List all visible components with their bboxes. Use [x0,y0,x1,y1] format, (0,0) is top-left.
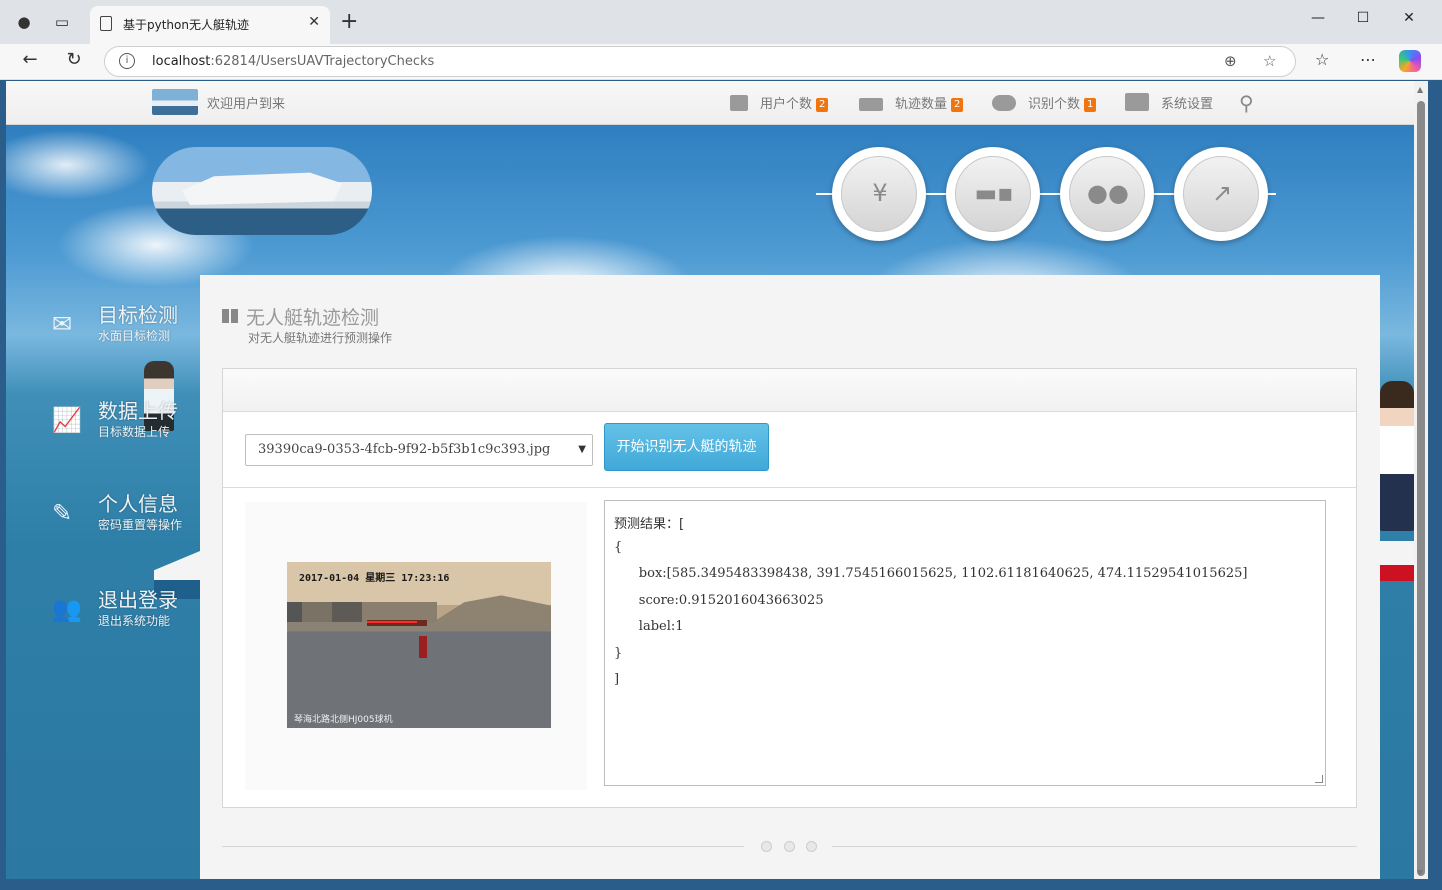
boat-shape [182,172,342,205]
page-scrollbar[interactable]: ▲ ▼ [1414,81,1428,879]
envelope-icon: ✉ [52,310,73,338]
controls-row: 39390ca9-0353-4fcb-9f92-b5f3b1c9c393.jpg… [223,412,1356,488]
coins-icon: ¥ [872,179,888,207]
url-input[interactable]: i localhost:62814/UsersUAVTrajectoryChec… [104,46,1296,77]
back-icon[interactable]: ← [18,49,42,70]
favorite-star-icon[interactable]: ☆ [1263,52,1276,70]
zoom-icon[interactable]: ⊕ [1224,52,1237,70]
chevron-down-icon: ▼ [578,444,586,455]
nav-user-count[interactable]: 用户个数 2 [730,93,829,112]
search-icon[interactable]: ⚲ [1239,91,1254,115]
browser-tab[interactable]: 基于python无人艇轨迹 ✕ [90,6,330,44]
nav-system-settings[interactable]: 系统设置 [1125,93,1213,112]
truck-icon: ▬▪ [974,179,1014,207]
page-viewport: 欢迎用户到来 用户个数 2 轨迹数量 2 识别个数 1 系统设置 ⚲ ¥ ▬▪ ●● … [6,81,1414,879]
trajectory-count-badge: 2 [951,98,964,112]
site-info-icon[interactable]: i [119,53,135,69]
result-line: ] [614,672,620,687]
detection-box: 39390ca9-0353-4fcb-9f92-b5f3b1c9c393.jpg… [222,368,1357,808]
result-line: label:1 [614,619,684,634]
nav-trajectory-count[interactable]: 轨迹数量 2 [859,93,964,112]
more-menu-icon[interactable]: ⋯ [1360,50,1376,69]
chat-icon: ●● [1087,179,1129,207]
result-textarea[interactable]: 预测结果：[ { box:[585.3495483398438, 391.754… [604,500,1326,786]
footer-divider-right [832,846,1357,847]
logo-image [152,89,198,115]
detection-bbox [367,621,417,623]
sidemenu-item-profile[interactable]: ✎ 个人信息 密码重置等操作 [50,488,200,538]
hero-boat-image [152,147,372,235]
user-count-badge: 2 [816,98,829,112]
page-subtitle: 对无人艇轨迹进行预测操作 [248,331,393,345]
main-panel: 无人艇轨迹检测 对无人艇轨迹进行预测操作 39390ca9-0353-4fcb-… [200,275,1380,879]
tab-title: 基于python无人艇轨迹 [123,18,249,32]
pagination-dot[interactable] [784,841,795,852]
sidemenu-item-logout[interactable]: 👥 退出登录 退出系统功能 [50,584,200,634]
box-header [223,369,1356,412]
pagination-dot[interactable] [761,841,772,852]
photo-port [287,602,437,622]
minimize-icon[interactable]: — [1308,10,1328,26]
circle-button-chart[interactable]: ↗ [1174,147,1268,241]
sliders-icon [1125,93,1149,111]
pagination-dot[interactable] [806,841,817,852]
dashboard-icon [222,309,238,323]
edit-icon: ✎ [52,499,73,527]
document-icon [730,95,748,111]
reload-icon[interactable]: ↻ [62,49,86,70]
browser-tab-bar: ● ▭ 基于python无人艇轨迹 ✕ + — ☐ ✕ [0,0,1442,44]
scrollbar-thumb[interactable] [1417,101,1425,876]
sidemenu-item-data-upload[interactable]: 📈 数据上传 目标数据上传 [50,395,200,445]
url-path: :62814/UsersUAVTrajectoryChecks [210,54,435,69]
profile-icon[interactable]: ● [14,12,34,32]
result-line: { [614,539,623,555]
character-illustration-right [1380,381,1414,531]
envelope-icon [859,98,883,111]
line-chart-icon: 📈 [52,406,82,434]
start-recognition-button[interactable]: 开始识别无人艇的轨迹 [604,423,769,471]
page-icon [100,16,112,31]
result-line: 预测结果：[ [614,517,685,532]
image-select[interactable]: 39390ca9-0353-4fcb-9f92-b5f3b1c9c393.jpg… [245,434,593,466]
resize-grip-icon[interactable] [1315,775,1323,783]
circle-button-coins[interactable]: ¥ [832,147,926,241]
detection-photo: 2017-01-04 星期三 17:23:16 琴海北路北侧HJ005球机 [287,562,551,728]
boat-illustration-right [1380,541,1414,581]
maximize-icon[interactable]: ☐ [1353,10,1373,26]
photo-caption: 琴海北路北侧HJ005球机 [294,715,393,725]
result-line: score:0.9152016043663025 [614,592,824,608]
circle-button-chat[interactable]: ●● [1060,147,1154,241]
welcome-text: 欢迎用户到来 [207,97,286,112]
photo-buoy [419,636,427,658]
close-tab-icon[interactable]: ✕ [308,14,320,30]
favorites-icon[interactable]: ☆ [1315,50,1329,69]
new-tab-icon[interactable]: + [340,9,358,34]
image-preview-area: 2017-01-04 星期三 17:23:16 琴海北路北侧HJ005球机 [245,502,587,790]
scroll-down-icon[interactable]: ▼ [1417,868,1423,877]
sidemenu-item-target-detection[interactable]: ✉ 目标检测 水面目标检测 [50,299,200,349]
copilot-icon[interactable] [1399,50,1421,72]
result-line: box:[585.3495483398438, 391.754516601562… [614,566,1248,581]
photo-timestamp: 2017-01-04 星期三 17:23:16 [299,573,450,584]
top-navbar: 欢迎用户到来 用户个数 2 轨迹数量 2 识别个数 1 系统设置 ⚲ [6,81,1414,125]
users-icon: 👥 [52,595,82,623]
cloud-icon [992,95,1016,111]
address-bar-row: ← ↻ i localhost:62814/UsersUAVTrajectory… [0,44,1442,80]
close-window-icon[interactable]: ✕ [1399,10,1419,26]
nav-recognition-count[interactable]: 识别个数 1 [992,93,1097,112]
circle-button-truck[interactable]: ▬▪ [946,147,1040,241]
page-title: 无人艇轨迹检测 [222,303,379,330]
url-host: localhost [152,54,211,69]
result-line: } [614,645,623,661]
line-chart-icon: ↗ [1211,179,1233,207]
footer-divider-left [222,846,744,847]
tab-actions-icon[interactable]: ▭ [52,12,72,32]
recognition-count-badge: 1 [1084,98,1097,112]
photo-hills [427,595,551,626]
scroll-up-icon[interactable]: ▲ [1417,85,1423,94]
